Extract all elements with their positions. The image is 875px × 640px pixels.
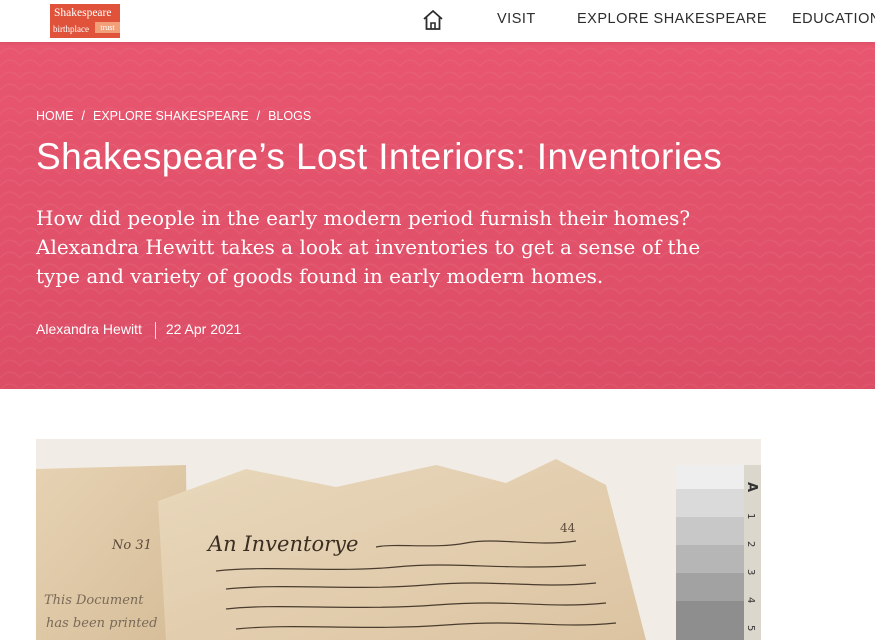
scale-number: 1 [745,513,756,519]
hero-banner: HOME / EXPLORE SHAKESPEARE / BLOGS Shakespea… [0,42,875,389]
scale-letter: A [744,482,759,492]
home-icon[interactable] [421,9,445,31]
nav-explore-shakespeare[interactable]: EXPLORE SHAKESPEARE [577,11,767,27]
meta-divider [154,321,156,339]
article-meta: Alexandra Hewitt 22 Apr 2021 [36,321,241,339]
article-intro: How did people in the early modern perio… [36,206,701,288]
page-title: Shakespeare’s Lost Interiors: Inventorie… [36,136,723,177]
breadcrumb-blogs[interactable]: BLOGS [268,109,311,123]
publish-date: 22 Apr 2021 [165,321,242,337]
breadcrumb-separator: / [81,109,85,123]
breadcrumb-home[interactable]: HOME [36,109,74,123]
page-number: 44 [560,521,576,535]
document-heading-text: An Inventorye [206,532,358,556]
scale-number: 2 [745,541,756,547]
catalogue-number: No 31 [111,538,152,553]
breadcrumb: HOME / EXPLORE SHAKESPEARE / BLOGS [36,109,311,123]
margin-note-line-1: This Document [44,593,144,608]
breadcrumb-separator: / [256,109,261,123]
nav-visit[interactable]: VISIT [497,11,536,27]
author-name: Alexandra Hewitt [36,321,142,337]
logo-text-shakespeare: Shakespeare [54,7,112,19]
shakespeare-birthplace-trust-logo[interactable]: Shakespeare birthplace trust [50,4,120,38]
margin-note-line-2: has been printed [46,616,157,631]
logo-text-trust: trust [95,22,120,33]
scale-number: 4 [745,597,756,603]
breadcrumb-explore-shakespeare[interactable]: EXPLORE SHAKESPEARE [93,109,249,123]
inventory-document-image: An Inventorye No 31 44 This Document has… [36,439,761,640]
scale-number: 3 [745,569,756,575]
logo-text-birthplace: birthplace [53,24,89,34]
top-navigation: Shakespeare birthplace trust VISIT EXPLO… [0,0,875,42]
scale-number: 5 [745,625,756,631]
nav-education[interactable]: EDUCATION [792,11,875,27]
